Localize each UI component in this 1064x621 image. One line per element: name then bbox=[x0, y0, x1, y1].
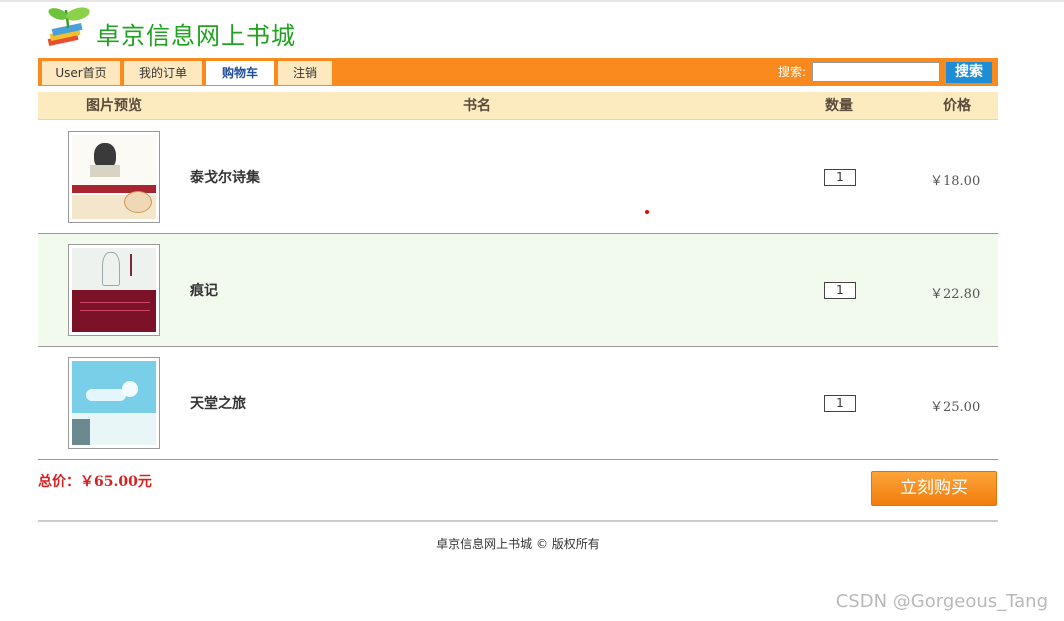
cart-table-header: 图片预览 书名 数量 价格 bbox=[38, 92, 998, 120]
cart-row: 天堂之旅 1 ￥25.00 bbox=[38, 347, 998, 460]
buy-now-button[interactable]: 立刻购买 bbox=[871, 471, 997, 506]
cart-row: 痕记 1 ￥22.80 bbox=[38, 234, 998, 347]
tab-user-home[interactable]: User首页 bbox=[42, 61, 120, 85]
book-cover-image[interactable] bbox=[68, 244, 160, 336]
search-button[interactable]: 搜索 bbox=[946, 62, 992, 83]
csdn-watermark: CSDN @Gorgeous_Tang bbox=[835, 591, 1048, 612]
tagore-poems-cover bbox=[72, 135, 156, 219]
stray-dot bbox=[645, 210, 649, 214]
column-header-quantity: 数量 bbox=[825, 98, 853, 114]
footer-copyright: 卓京信息网上书城 © 版权所有 bbox=[436, 537, 600, 551]
column-header-preview: 图片预览 bbox=[86, 98, 142, 114]
footer-divider bbox=[38, 520, 998, 522]
henji-cover bbox=[72, 248, 156, 332]
column-header-title: 书名 bbox=[463, 98, 491, 114]
cart-row: 泰戈尔诗集 1 ￥18.00 bbox=[38, 121, 998, 234]
book-cover-image[interactable] bbox=[68, 131, 160, 223]
book-price: ￥25.00 bbox=[930, 400, 981, 415]
site-logo[interactable]: 卓京信息网上书城 bbox=[44, 6, 304, 52]
quantity-input[interactable]: 1 bbox=[824, 169, 856, 186]
book-price: ￥22.80 bbox=[930, 287, 981, 302]
tab-logout[interactable]: 注销 bbox=[278, 61, 332, 85]
search-label: 搜索: bbox=[777, 65, 806, 79]
book-price: ￥18.00 bbox=[930, 174, 981, 189]
column-header-price: 价格 bbox=[943, 98, 971, 114]
search-input[interactable] bbox=[812, 62, 940, 82]
tab-shopping-cart[interactable]: 购物车 bbox=[206, 61, 274, 85]
quantity-input[interactable]: 1 bbox=[824, 282, 856, 299]
tab-my-orders[interactable]: 我的订单 bbox=[124, 61, 202, 85]
top-navbar: User首页 我的订单 购物车 注销 搜索: 搜索 bbox=[38, 58, 998, 86]
book-title[interactable]: 泰戈尔诗集 bbox=[190, 167, 260, 187]
book-title[interactable]: 天堂之旅 bbox=[190, 393, 246, 413]
sprout-books-icon bbox=[47, 7, 90, 47]
tiantang-cover bbox=[72, 361, 156, 445]
site-title: 卓京信息网上书城 bbox=[96, 22, 296, 50]
quantity-input[interactable]: 1 bbox=[824, 395, 856, 412]
top-border bbox=[0, 0, 1064, 2]
book-title[interactable]: 痕记 bbox=[190, 280, 218, 300]
book-cover-image[interactable] bbox=[68, 357, 160, 449]
cart-total: 总价：￥65.00元 bbox=[38, 474, 152, 490]
